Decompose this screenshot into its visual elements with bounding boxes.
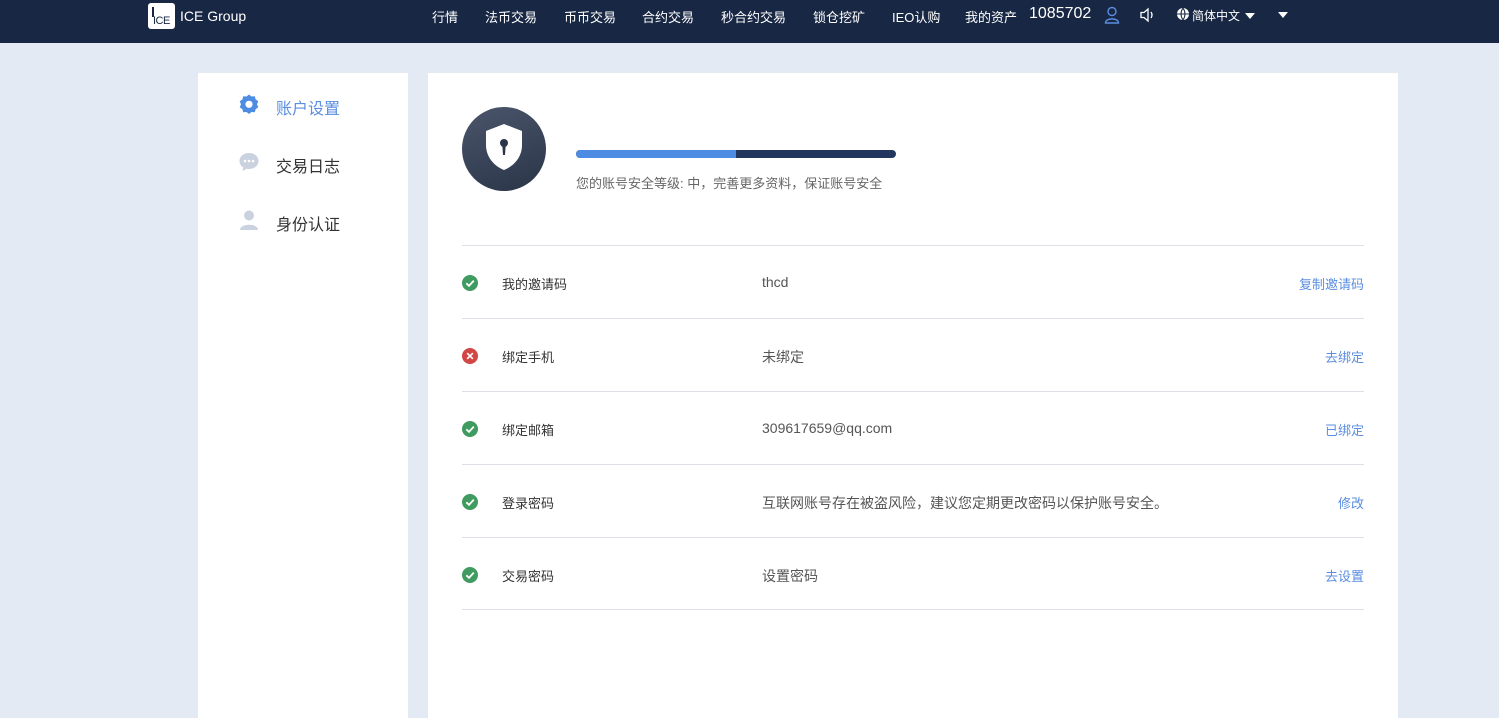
copy-invite-code-link[interactable]: 复制邀请码: [1299, 274, 1364, 293]
gear-icon: [238, 93, 260, 120]
setting-value: 309617659@qq.com: [762, 420, 893, 436]
sidebar-item-account-settings[interactable]: 账户设置: [238, 93, 340, 120]
more-dropdown-icon[interactable]: [1278, 12, 1288, 18]
settings-row-login-password: 登录密码 互联网账号存在被盗风险，建议您定期更改密码以保护账号安全。 修改: [462, 464, 1364, 537]
top-nav-bar: ICE ICE Group 行情 法币交易 币币交易 合约交易 秒合约交易 锁仓…: [0, 0, 1499, 43]
nav-fiat-trade[interactable]: 法币交易: [485, 7, 537, 26]
settings-row-bind-email: 绑定邮箱 309617659@qq.com 已绑定: [462, 391, 1364, 464]
speaker-icon[interactable]: [1139, 7, 1157, 28]
brand-name: ICE Group: [180, 8, 247, 24]
setting-name: 绑定手机: [502, 350, 555, 365]
brand-logo[interactable]: ICE ICE Group: [148, 3, 246, 29]
sidebar-item-label: 身份认证: [276, 216, 341, 234]
nav-second-contract[interactable]: 秒合约交易: [721, 7, 786, 26]
nav-market[interactable]: 行情: [432, 7, 458, 26]
setting-value: 未绑定: [762, 349, 804, 365]
status-ok-icon: [462, 275, 478, 291]
setting-name: 我的邀请码: [502, 277, 568, 292]
nav-my-assets[interactable]: 我的资产: [965, 7, 1017, 26]
security-level-text: 您的账号安全等级: 中，完善更多资料，保证账号安全: [576, 176, 883, 191]
status-ok-icon: [462, 421, 478, 437]
sidebar-item-label: 账户设置: [276, 100, 341, 118]
email-bound-link[interactable]: 已绑定: [1325, 420, 1364, 439]
nav-contract-trade[interactable]: 合约交易: [642, 7, 694, 26]
status-ok-icon: [462, 567, 478, 583]
security-badge: [462, 107, 546, 191]
user-icon[interactable]: [1104, 6, 1120, 29]
security-settings-list: 我的邀请码 thcd 复制邀请码 绑定手机 未绑定 去绑定 绑定邮箱 30961…: [462, 245, 1364, 610]
chevron-down-icon: [1245, 12, 1256, 19]
asset-number: 1085702: [1029, 5, 1092, 22]
sidebar-item-label: 交易日志: [276, 158, 341, 176]
setting-value: 设置密码: [762, 568, 818, 584]
setting-value: thcd: [762, 274, 789, 290]
chat-bubble-icon: [238, 151, 260, 178]
nav-spot-trade[interactable]: 币币交易: [564, 7, 616, 26]
sidebar: 账户设置 交易日志 身份认证: [198, 73, 408, 718]
nav-lock-mining[interactable]: 锁仓挖矿: [813, 7, 865, 26]
set-trade-password-link[interactable]: 去设置: [1325, 566, 1364, 585]
status-ok-icon: [462, 494, 478, 510]
security-level-fill: [576, 150, 736, 158]
account-settings-panel: 您的账号安全等级: 中，完善更多资料，保证账号安全 我的邀请码 thcd 复制邀…: [428, 73, 1398, 718]
person-icon: [238, 209, 260, 236]
security-level-bar: [576, 150, 896, 158]
shield-icon: [483, 122, 525, 177]
bind-phone-link[interactable]: 去绑定: [1325, 347, 1364, 366]
logo-icon: ICE: [148, 3, 175, 29]
setting-name: 绑定邮箱: [502, 423, 555, 438]
settings-row-bind-phone: 绑定手机 未绑定 去绑定: [462, 318, 1364, 391]
setting-value: 互联网账号存在被盗风险，建议您定期更改密码以保护账号安全。: [762, 495, 1168, 511]
language-label: 简体中文: [1192, 9, 1241, 23]
setting-name: 登录密码: [502, 496, 555, 511]
setting-name: 交易密码: [502, 569, 555, 584]
settings-row-invite-code: 我的邀请码 thcd 复制邀请码: [462, 245, 1364, 318]
nav-ieo[interactable]: IEO认购: [892, 7, 940, 26]
modify-password-link[interactable]: 修改: [1338, 493, 1364, 512]
language-selector[interactable]: 简体中文: [1176, 7, 1256, 24]
status-error-icon: [462, 348, 478, 364]
logo-mark-text: ICE: [153, 15, 170, 27]
globe-icon: [1176, 7, 1190, 24]
sidebar-item-trade-log[interactable]: 交易日志: [238, 151, 340, 178]
sidebar-item-identity[interactable]: 身份认证: [238, 209, 340, 236]
settings-row-trade-password: 交易密码 设置密码 去设置: [462, 537, 1364, 610]
